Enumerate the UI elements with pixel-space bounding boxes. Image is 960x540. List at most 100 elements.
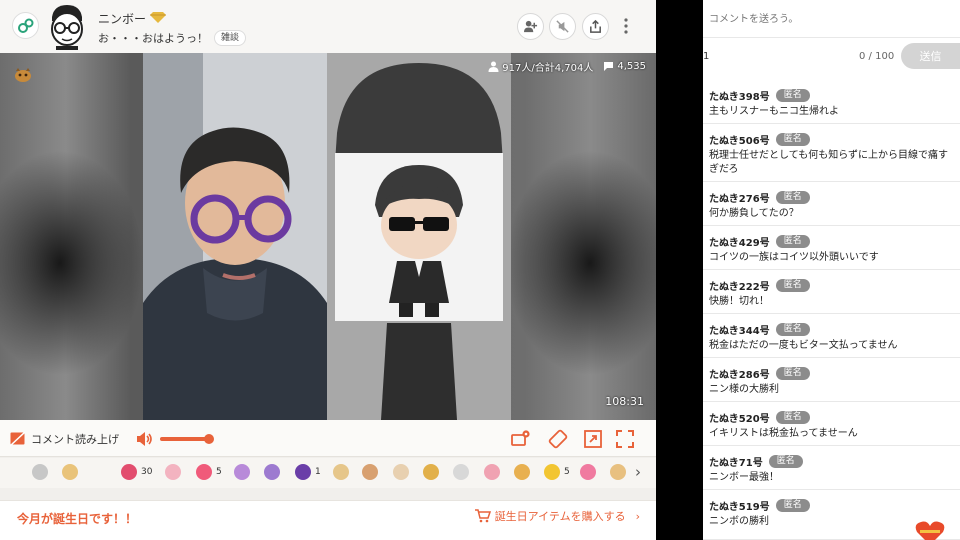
gift-heart-bear-icon [121, 464, 137, 480]
quality-settings-button[interactable] [511, 429, 531, 449]
share-icon [590, 19, 601, 33]
comment-panel: 1 0 / 100 送信 たぬき398号匿名主もリスナーもニコ生帰れよたぬき50… [703, 0, 960, 540]
chevron-right-icon[interactable]: › [635, 463, 641, 481]
comment-input[interactable] [709, 9, 949, 29]
gift-pudding-icon [362, 464, 378, 480]
comment-item[interactable]: たぬき506号 匿名 税理士任せだとしても何も知らずに上から目線で痛すぎだろ [703, 124, 960, 182]
gift-item[interactable] [362, 464, 378, 480]
gift-present-icon [580, 464, 596, 480]
comment-item[interactable]: たぬき429号 匿名コイツの一族はコイツ以外頭いいです [703, 226, 960, 270]
commenter-name[interactable]: たぬき429号 [709, 234, 770, 249]
gift-item[interactable] [32, 464, 48, 480]
fullscreen-button[interactable] [615, 429, 635, 449]
gift-item[interactable] [264, 464, 280, 480]
gift-item[interactable]: 5 [196, 464, 222, 480]
gift-item[interactable] [580, 464, 596, 480]
comment-header: たぬき276号 匿名 [709, 190, 960, 205]
category-tag[interactable]: 雑談 [214, 30, 247, 46]
video-player[interactable]: 917人/合計4,704人 4,535 108:31 [0, 53, 656, 420]
popout-button[interactable] [583, 429, 603, 449]
comment-header: たぬき286号 匿名 [709, 366, 960, 381]
share-button[interactable] [582, 13, 609, 40]
comment-list[interactable]: たぬき398号 匿名 主もリスナーもニコ生帰れよ たぬき506号 匿名 税理士任せだとして… [703, 80, 960, 540]
gift-ball-icon [264, 464, 280, 480]
gift-count: 5 [564, 467, 570, 477]
owner-avatar[interactable] [46, 3, 88, 50]
gift-item[interactable] [514, 464, 530, 480]
anonymous-badge: 匿名 [775, 235, 810, 248]
avatar-character-card [335, 153, 503, 321]
comment-text: ニン様の大勝利 [709, 384, 779, 395]
gift-item[interactable] [610, 464, 626, 480]
gift-cookie-icon [333, 464, 349, 480]
gift-item[interactable] [453, 464, 469, 480]
commenter-name[interactable]: たぬき286号 [709, 366, 770, 381]
gift-item[interactable] [62, 464, 78, 480]
comment-input-area [703, 0, 960, 38]
speaker-icon[interactable] [136, 431, 154, 447]
comment-item[interactable]: たぬき286号 匿名ニン様の大勝利 [703, 358, 960, 402]
commenter-name[interactable]: たぬき519号 [709, 498, 770, 513]
player-controls: コメント読み上げ [0, 420, 656, 457]
rotate-button[interactable] [548, 429, 568, 449]
owner-name[interactable]: ニンボー [98, 10, 146, 27]
tanuki-icon[interactable] [14, 67, 32, 83]
comment-header: たぬき519号 匿名 [709, 498, 960, 513]
gift-item[interactable] [165, 464, 181, 480]
comment-header: たぬき429号 匿名 [709, 234, 960, 249]
gift-heart-icon [196, 464, 212, 480]
comment-count: 4,535 [603, 61, 646, 72]
gift-item[interactable]: 1 [295, 464, 321, 480]
commenter-name[interactable]: たぬき398号 [709, 88, 770, 103]
commenter-name[interactable]: たぬき506号 [709, 132, 770, 147]
gift-cake-icon [62, 464, 78, 480]
popout-icon [584, 430, 602, 448]
gift-item[interactable] [333, 464, 349, 480]
commenter-name[interactable]: たぬき71号 [709, 454, 763, 469]
comment-header: たぬき506号 匿名 [709, 132, 960, 147]
gift-count: 5 [216, 467, 222, 477]
gift-count: 30 [141, 467, 153, 477]
premium-diamond-icon [150, 11, 167, 26]
comment-header: たぬき520号 匿名 [709, 410, 960, 425]
add-user-button[interactable] [517, 13, 544, 40]
tts-label: コメント読み上げ [31, 433, 119, 446]
commenter-name[interactable]: たぬき222号 [709, 278, 770, 293]
comment-text: コイツの一族はコイツ以外頭いいです [709, 252, 879, 263]
avatar-feed [327, 53, 511, 420]
community-icon[interactable] [12, 12, 39, 39]
more-button[interactable] [622, 17, 630, 37]
commenter-name[interactable]: たぬき344号 [709, 322, 770, 337]
comment-count-text: 4,535 [617, 61, 646, 72]
comment-item[interactable]: たぬき276号 匿名何か勝負してたの？ [703, 182, 960, 226]
tts-off-icon [10, 431, 25, 447]
gift-heart-icon[interactable] [915, 520, 945, 540]
commenter-name[interactable]: たぬき276号 [709, 190, 770, 205]
comment-text: 何か勝負してたの？ [709, 208, 799, 219]
comment-item[interactable]: たぬき520号 匿名 イキリストは税金払ってませーん [703, 402, 960, 446]
volume-slider[interactable] [160, 434, 214, 444]
comment-item[interactable]: たぬき222号 匿名 快勝！切れ！ [703, 270, 960, 314]
commenter-name[interactable]: たぬき520号 [709, 410, 770, 425]
mute-button[interactable] [549, 13, 576, 40]
comment-item[interactable]: たぬき398号 匿名 主もリスナーもニコ生帰れよ [703, 80, 960, 124]
broadcast-title-row: お・・・おはようっ！ 雑談 [98, 30, 247, 46]
volume-knob[interactable] [203, 434, 214, 444]
comment-item[interactable]: たぬき344号 匿名 税金はただの一度もビター文払ってません [703, 314, 960, 358]
gift-item[interactable] [393, 464, 409, 480]
gift-item[interactable]: 5 [544, 464, 570, 480]
gift-item[interactable] [484, 464, 500, 480]
comment-item[interactable]: たぬき71号 匿名 ニンボー最強！ [703, 446, 960, 490]
volume-control[interactable] [136, 431, 214, 447]
gift-item[interactable]: 30 [121, 464, 152, 480]
broadcast-app: ニンボー お・・・おはようっ！ 雑談 917人/合計4,704人 4,535 1… [0, 0, 656, 540]
anonymous-badge: 匿名 [768, 455, 803, 468]
gift-balloon-icon [544, 464, 560, 480]
gift-item[interactable] [234, 464, 250, 480]
gift-item[interactable] [423, 464, 439, 480]
send-button[interactable]: 送信 [901, 43, 960, 69]
comment-header: たぬき222号 匿名 [709, 278, 960, 293]
tts-toggle[interactable]: コメント読み上げ [10, 431, 119, 447]
cart-icon [474, 509, 491, 523]
birthday-shop-link[interactable]: 誕生日アイテムを購入する › [474, 508, 640, 524]
